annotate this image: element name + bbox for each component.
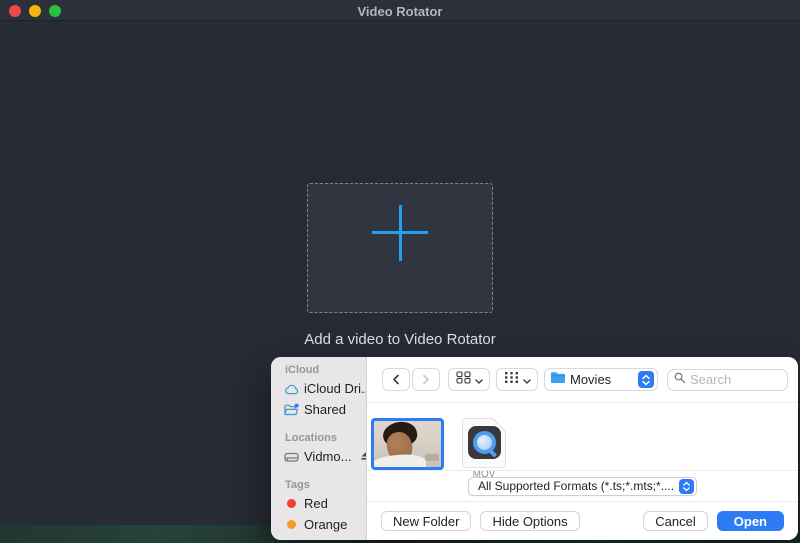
- sidebar-item-tag-orange[interactable]: Orange: [271, 514, 366, 535]
- sidebar-item-label: iCloud Dri...: [304, 381, 366, 396]
- format-select[interactable]: All Supported Formats (*.ts;*.mts;*....: [468, 477, 697, 496]
- sidebar-section-title: iCloud: [285, 364, 366, 377]
- back-button[interactable]: [382, 368, 410, 391]
- window-titlebar: Video Rotator: [0, 0, 800, 21]
- window-title: Video Rotator: [0, 4, 800, 19]
- sidebar-item-icloud-drive[interactable]: iCloud Dri...: [271, 378, 366, 399]
- format-row: All Supported Formats (*.ts;*.mts;*....: [367, 470, 798, 501]
- sidebar-item-label: Orange: [304, 517, 347, 532]
- red-tag-icon: [287, 499, 296, 508]
- mov-file-icon: [462, 418, 506, 468]
- cancel-button[interactable]: Cancel: [643, 511, 707, 531]
- search-icon: [674, 371, 686, 389]
- quicktime-icon: [468, 426, 501, 459]
- group-view-button[interactable]: [496, 368, 538, 391]
- icon-view-button[interactable]: [448, 368, 490, 391]
- open-file-dialog: iCloud iCloud Dri... Shared Locations Vi…: [271, 357, 798, 540]
- grid-view-icon: [456, 371, 471, 389]
- sidebar-item-vidmore-disk[interactable]: Vidmo...: [271, 446, 366, 467]
- sidebar-item-label: Yellow: [304, 538, 341, 540]
- cloud-icon: [283, 382, 299, 396]
- sidebar-section-title: Locations: [285, 432, 366, 445]
- dialog-main: Movies: [367, 357, 798, 540]
- location-select-value: Movies: [570, 372, 634, 387]
- search-input[interactable]: [690, 372, 781, 387]
- location-select[interactable]: Movies: [544, 368, 658, 391]
- dialog-sidebar: iCloud iCloud Dri... Shared Locations Vi…: [271, 357, 367, 540]
- sidebar-section-title: Tags: [285, 479, 366, 492]
- forward-button[interactable]: [412, 368, 440, 391]
- select-stepper-icon: [638, 371, 654, 388]
- orange-tag-icon: [287, 520, 296, 529]
- folder-icon: [550, 371, 566, 389]
- shared-folder-icon: [283, 403, 299, 417]
- select-stepper-icon: [679, 479, 694, 494]
- group-view-icon: [504, 371, 519, 389]
- sidebar-item-shared[interactable]: Shared: [271, 399, 366, 420]
- chevron-down-icon: [475, 371, 483, 389]
- drop-zone-label: Add a video to Video Rotator: [0, 331, 800, 348]
- search-field[interactable]: [667, 369, 788, 391]
- sidebar-item-label: Shared: [304, 402, 346, 417]
- new-folder-button[interactable]: New Folder: [381, 511, 471, 531]
- chevron-down-icon: [523, 371, 531, 389]
- dialog-footer: New Folder Hide Options Cancel Open: [367, 501, 798, 540]
- desktop: Video Rotator Add a video to Video Rotat…: [0, 0, 800, 543]
- sidebar-item-tag-yellow[interactable]: Yellow: [271, 535, 366, 540]
- open-button[interactable]: Open: [717, 511, 784, 531]
- format-select-value: All Supported Formats (*.ts;*.mts;*....: [478, 479, 674, 493]
- disk-icon: [283, 450, 299, 464]
- video-file-thumbnail[interactable]: [371, 418, 444, 470]
- sidebar-item-label: Red: [304, 496, 328, 511]
- dialog-toolbar: Movies: [367, 357, 798, 402]
- file-browser: MOV: [367, 402, 798, 470]
- sidebar-item-label: Vidmo...: [304, 449, 351, 464]
- sidebar-item-tag-red[interactable]: Red: [271, 493, 366, 514]
- hide-options-button[interactable]: Hide Options: [480, 511, 579, 531]
- eject-icon[interactable]: [360, 449, 366, 464]
